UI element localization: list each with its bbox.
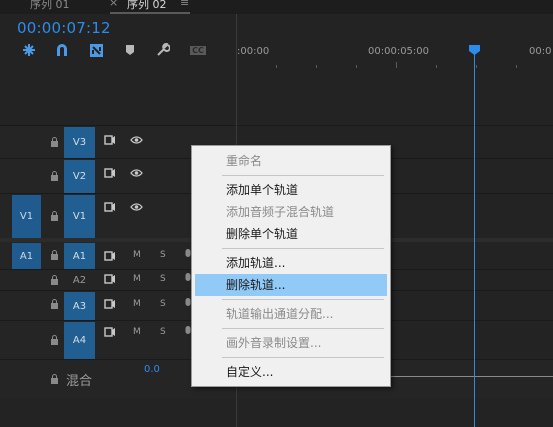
track-target-a1[interactable]: A1 bbox=[64, 243, 95, 269]
captions-label: CC bbox=[190, 45, 206, 55]
mute-button[interactable]: M bbox=[133, 327, 141, 337]
mix-track-label: 混合 bbox=[66, 374, 93, 389]
lock-icon[interactable] bbox=[50, 275, 59, 285]
tab-close-icon[interactable]: × bbox=[109, 0, 118, 9]
track-target-v2[interactable]: V2 bbox=[64, 160, 95, 193]
snap-icon[interactable] bbox=[54, 42, 70, 58]
tab-sequence-01[interactable]: 序列 01 bbox=[30, 0, 70, 12]
lock-icon[interactable] bbox=[50, 374, 59, 384]
sequence-tab-bar: 序列 01 × 序列 02 ≡ bbox=[0, 0, 553, 14]
active-tab-indicator bbox=[110, 12, 190, 14]
menu-separator bbox=[222, 248, 384, 249]
toggle-sync-lock-icon[interactable] bbox=[104, 250, 116, 262]
menu-item-delete-single-track[interactable]: 删除单个轨道 bbox=[192, 223, 390, 245]
track-target-a2[interactable]: A2 bbox=[64, 271, 95, 290]
toggle-sync-lock-icon[interactable] bbox=[104, 167, 116, 179]
toggle-sync-lock-icon[interactable] bbox=[104, 201, 116, 213]
menu-item-delete-tracks[interactable]: 删除轨道... bbox=[195, 274, 387, 296]
playhead-line[interactable] bbox=[474, 52, 475, 427]
mute-button[interactable]: M bbox=[133, 250, 141, 260]
menu-item-add-tracks[interactable]: 添加轨道... bbox=[192, 252, 390, 274]
playhead-timecode[interactable]: 00:00:07:12 bbox=[17, 19, 111, 37]
eye-icon[interactable] bbox=[130, 201, 143, 213]
solo-button[interactable]: S bbox=[160, 274, 166, 284]
lock-icon[interactable] bbox=[50, 171, 59, 181]
menu-item-rename[interactable]: 重命名 bbox=[192, 150, 390, 172]
solo-button[interactable]: S bbox=[160, 327, 166, 337]
mute-button[interactable]: M bbox=[133, 274, 141, 284]
menu-item-add-audio-submix-track[interactable]: 添加音频子混合轨道 bbox=[192, 201, 390, 223]
menu-separator bbox=[222, 299, 384, 300]
lock-icon[interactable] bbox=[50, 211, 59, 221]
add-marker-icon[interactable] bbox=[122, 42, 138, 58]
time-ruler[interactable]: :00:00 00:00:05:00 00:0 bbox=[236, 14, 553, 126]
lock-icon[interactable] bbox=[50, 335, 59, 345]
lock-icon[interactable] bbox=[50, 299, 59, 309]
menu-item-track-output-channel[interactable]: 轨道输出通道分配... bbox=[192, 303, 390, 325]
linked-selection-icon[interactable] bbox=[88, 42, 104, 58]
track-target-v3[interactable]: V3 bbox=[64, 127, 95, 158]
toggle-sync-lock-icon[interactable] bbox=[104, 298, 116, 310]
lock-icon[interactable] bbox=[50, 250, 59, 260]
captions-icon[interactable]: CC bbox=[189, 42, 207, 58]
mix-volume-line bbox=[388, 376, 553, 377]
ruler-label: :00:00 bbox=[237, 46, 270, 57]
menu-separator bbox=[222, 357, 384, 358]
menu-separator bbox=[222, 175, 384, 176]
menu-separator bbox=[222, 328, 384, 329]
solo-button[interactable]: S bbox=[160, 250, 166, 260]
toggle-sync-lock-icon[interactable] bbox=[104, 326, 116, 338]
source-patch-a1[interactable]: A1 bbox=[12, 243, 41, 269]
toggle-sync-lock-icon[interactable] bbox=[104, 134, 116, 146]
track-target-a4[interactable]: A4 bbox=[64, 322, 95, 359]
menu-item-voiceover-settings[interactable]: 画外音录制设置... bbox=[192, 332, 390, 354]
source-patch-v1[interactable]: V1 bbox=[12, 195, 41, 238]
ruler-label: 00:0 bbox=[529, 46, 552, 57]
eye-icon[interactable] bbox=[130, 134, 143, 146]
menu-item-add-single-track[interactable]: 添加单个轨道 bbox=[192, 179, 390, 201]
settings-wrench-icon[interactable] bbox=[155, 42, 171, 58]
solo-button[interactable]: S bbox=[160, 299, 166, 309]
toggle-sync-lock-icon[interactable] bbox=[104, 273, 116, 285]
track-context-menu: 重命名 添加单个轨道 添加音频子混合轨道 删除单个轨道 添加轨道... 删除轨道… bbox=[191, 145, 391, 387]
track-target-v1[interactable]: V1 bbox=[64, 195, 95, 238]
panel-menu-icon[interactable]: ≡ bbox=[180, 0, 189, 9]
lock-icon[interactable] bbox=[50, 137, 59, 147]
nest-icon[interactable] bbox=[21, 42, 37, 58]
menu-item-customize[interactable]: 自定义... bbox=[192, 361, 390, 383]
eye-icon[interactable] bbox=[130, 167, 143, 179]
track-target-a3[interactable]: A3 bbox=[64, 292, 95, 320]
mute-button[interactable]: M bbox=[133, 299, 141, 309]
ruler-label: 00:00:05:00 bbox=[368, 46, 430, 57]
mix-volume-value[interactable]: 0.0 bbox=[144, 364, 160, 375]
tab-sequence-02[interactable]: 序列 02 bbox=[127, 0, 167, 12]
